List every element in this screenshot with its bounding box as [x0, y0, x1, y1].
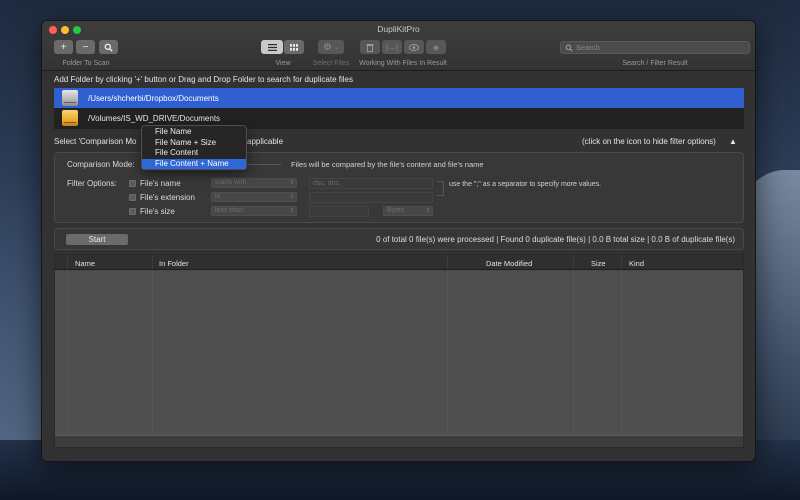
tag-files-button[interactable]: ◈ [426, 40, 446, 54]
column-header-in-folder[interactable]: In Folder [159, 259, 189, 268]
column-header-kind[interactable]: Kind [629, 259, 644, 268]
column-divider [573, 255, 574, 269]
remove-folder-button[interactable]: − [76, 40, 95, 54]
menu-item-file-name-size[interactable]: File Name + Size [142, 138, 246, 149]
name-operator-select[interactable]: starts with ⇕ [211, 178, 297, 188]
column-divider [573, 271, 574, 435]
start-button[interactable]: Start [66, 234, 128, 245]
column-divider [447, 271, 448, 435]
window-title: DupliKitPro [377, 24, 420, 34]
menu-item-file-content-name[interactable]: File Content + Name [142, 158, 246, 169]
column-divider [621, 271, 622, 435]
hide-filter-hint: (click on the icon to hide filter option… [582, 137, 716, 146]
folder-to-scan-label: Folder To Scan [62, 60, 110, 67]
bracket-divider [437, 181, 444, 196]
chevron-updown-icon: ⇕ [424, 208, 430, 214]
column-header-date-modified[interactable]: Date Modified [486, 259, 532, 268]
trash-icon [366, 43, 374, 52]
scan-stats: 0 of total 0 file(s) were processed | Fo… [376, 235, 735, 244]
view-label: View [275, 60, 291, 67]
delete-files-button[interactable] [360, 40, 380, 54]
eye-icon [409, 43, 419, 51]
column-divider [621, 255, 622, 269]
scan-bar: Start 0 of total 0 file(s) were processe… [54, 228, 744, 250]
add-folder-button[interactable]: + [54, 40, 73, 54]
list-icon [267, 43, 277, 51]
working-with-files-label: Working With Files In Result [359, 60, 447, 67]
chevron-updown-icon: ⇕ [288, 208, 294, 214]
grid-view-button[interactable] [284, 40, 304, 54]
folder-list[interactable]: /Users/shcherbi/Dropbox/Documents /Volum… [54, 88, 744, 129]
results-table[interactable]: Name In Folder Date Modified Size Kind [54, 254, 744, 448]
file-name-checkbox[interactable] [129, 180, 136, 187]
comparison-mode-description: Files will be compared by the file's con… [291, 160, 484, 169]
list-view-button[interactable] [261, 40, 283, 54]
toolbar: DupliKitPro + − Folder To Scan View ⚙ ⌄ … [42, 21, 755, 71]
results-header: Name In Folder Date Modified Size Kind [55, 255, 743, 270]
minus-icon: − [82, 41, 89, 53]
column-header-name[interactable]: Name [75, 259, 95, 268]
column-divider [152, 271, 153, 435]
add-folder-hint: Add Folder by clicking '+' button or Dra… [54, 75, 353, 84]
column-divider [152, 255, 153, 269]
folder-path: /Users/shcherbi/Dropbox/Documents [88, 93, 219, 103]
magnifier-icon [104, 43, 113, 52]
column-divider [447, 255, 448, 269]
filter-options-label: Filter Options: [67, 179, 117, 188]
column-header-size[interactable]: Size [591, 259, 606, 268]
chevron-down-icon: ⌄ [333, 44, 339, 51]
file-size-checkbox[interactable] [129, 208, 136, 215]
file-extension-filter-label: File's extension [140, 193, 195, 202]
app-window: DupliKitPro + − Folder To Scan View ⚙ ⌄ … [41, 20, 756, 462]
grid-icon [290, 43, 298, 51]
file-name-filter-label: File's name [140, 179, 181, 188]
chevron-updown-icon: ⇕ [288, 194, 294, 200]
size-unit-select[interactable]: Bytes ⇕ [383, 206, 433, 216]
menu-item-file-content[interactable]: File Content [142, 148, 246, 159]
column-divider [67, 255, 68, 269]
select-files-label: Select Files [312, 60, 350, 67]
search-field[interactable] [560, 41, 750, 54]
plus-icon: + [60, 41, 67, 53]
file-extension-checkbox[interactable] [129, 194, 136, 201]
move-files-button[interactable]: |→| [382, 40, 402, 54]
column-divider [67, 271, 68, 435]
size-operator-value: less than [215, 207, 244, 214]
folder-row[interactable]: /Users/shcherbi/Dropbox/Documents [54, 88, 744, 108]
search-filter-label: Search / Filter Result [622, 60, 688, 67]
hard-drive-icon [62, 90, 78, 106]
gear-icon: ⚙ [323, 41, 332, 53]
extension-operator-select[interactable]: is ⇕ [211, 192, 297, 202]
separator-hint: use the ";" as a separator to specify mo… [449, 181, 602, 188]
folder-path: /Volumes/IS_WD_DRIVE/Documents [88, 113, 221, 123]
menu-item-file-name[interactable]: File Name [142, 127, 246, 138]
horizontal-scrollbar[interactable] [55, 435, 743, 447]
move-to-icon: |→| [385, 42, 399, 52]
comparison-prompt-end: applicable [247, 137, 284, 146]
search-icon [565, 44, 573, 52]
size-operator-select[interactable]: less than ⇕ [211, 206, 297, 216]
search-input[interactable] [576, 43, 746, 52]
tag-icon: ◈ [432, 42, 440, 52]
chevron-updown-icon: ⇕ [288, 180, 294, 186]
triangle-up-icon[interactable]: ▲ [729, 137, 737, 146]
select-files-button[interactable]: ⚙ ⌄ [318, 40, 344, 54]
external-drive-icon [62, 110, 78, 126]
size-unit-value: Bytes [387, 207, 405, 214]
divider [245, 164, 281, 165]
comparison-prompt-start: Select 'Comparison Mo [54, 137, 137, 146]
file-size-filter-label: File's size [140, 207, 175, 216]
comparison-mode-menu[interactable]: File Name File Name + Size File Content … [141, 125, 247, 170]
name-operator-value: starts with [215, 179, 247, 186]
size-filter-input[interactable] [309, 206, 369, 217]
extension-filter-input[interactable] [309, 192, 433, 203]
name-filter-input[interactable]: dsc, doc [309, 178, 433, 189]
comparison-mode-label: Comparison Mode: [67, 160, 135, 169]
scan-folder-button[interactable] [99, 40, 118, 54]
results-body [55, 271, 743, 435]
preview-files-button[interactable] [404, 40, 424, 54]
extension-operator-value: is [215, 193, 221, 200]
